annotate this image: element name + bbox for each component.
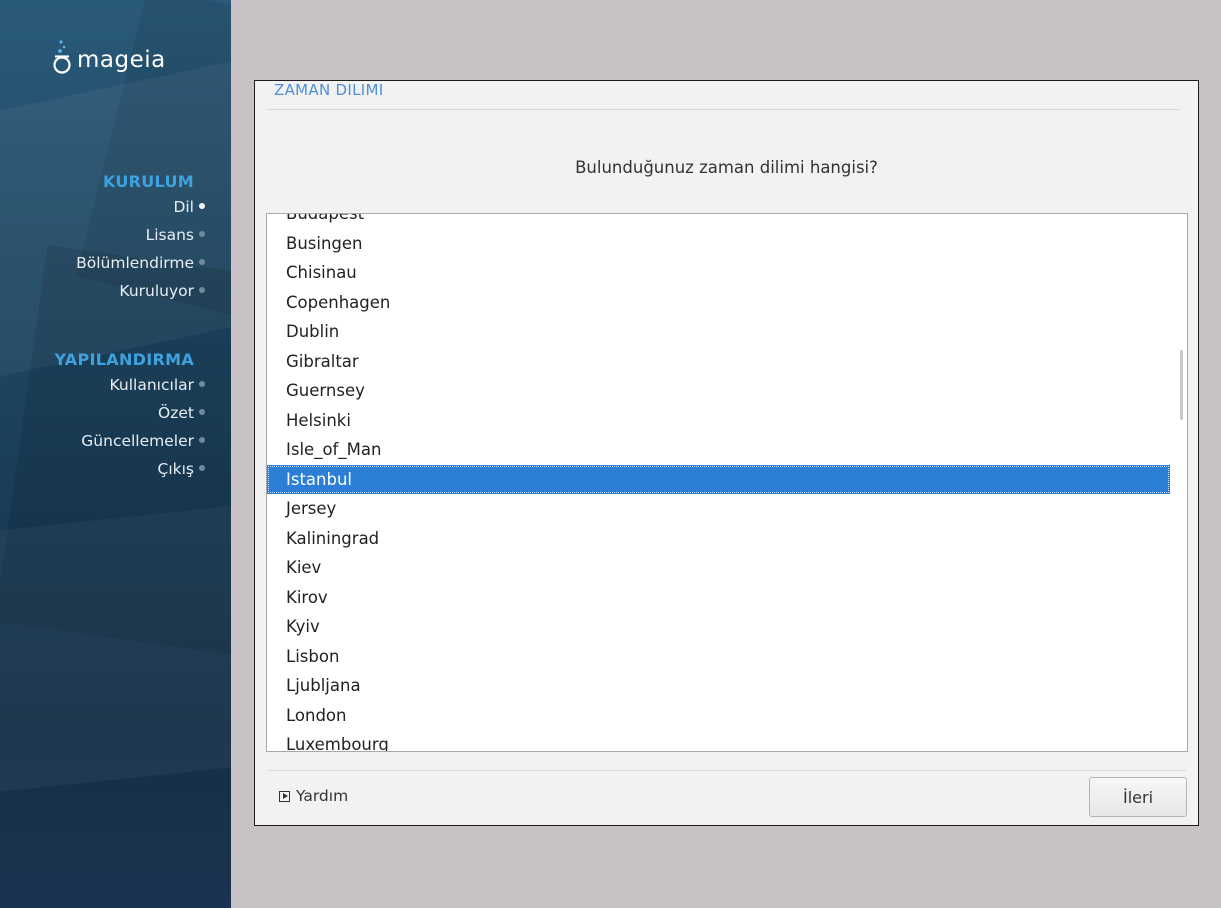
dialog-title: ZAMAN DILIMI: [274, 81, 384, 99]
step-bullet-icon: [199, 381, 205, 387]
timezone-list[interactable]: Budapest Busingen Chisinau Copenhagen Dublin…: [266, 213, 1188, 752]
help-toggle[interactable]: Yardım: [279, 787, 348, 805]
step-label: Kuruluyor: [119, 282, 194, 300]
step-bullet-icon: [199, 465, 205, 471]
timezone-item[interactable]: Isle_of_Man: [267, 435, 1170, 465]
mageia-logo-icon: [53, 40, 71, 74]
step-label: Kullanıcılar: [109, 376, 194, 394]
logo-wordmark: mageia: [77, 47, 166, 73]
step-label: Lisans: [145, 226, 194, 244]
timezone-item[interactable]: London: [267, 701, 1170, 731]
step-updates: Güncellemeler: [54, 431, 205, 459]
step-license: Lisans: [76, 225, 205, 253]
divider: [267, 109, 1180, 110]
timezone-item[interactable]: Luxembourg: [267, 730, 1170, 751]
timezone-item[interactable]: Lisbon: [267, 642, 1170, 672]
timezone-item[interactable]: Kyiv: [267, 612, 1170, 642]
timezone-item-selected[interactable]: Istanbul: [267, 464, 1170, 494]
timezone-item[interactable]: Guernsey: [267, 376, 1170, 406]
step-installing: Kuruluyor: [76, 281, 205, 309]
step-label: Çıkış: [157, 460, 195, 478]
timezone-item[interactable]: Chisinau: [267, 258, 1170, 288]
step-language: Dil: [76, 197, 205, 225]
step-exit: Çıkış: [54, 459, 205, 487]
next-button[interactable]: İleri: [1089, 777, 1187, 817]
step-bullet-icon: [199, 259, 205, 265]
expand-triangle-icon: [279, 790, 290, 802]
step-label: Dil: [173, 198, 194, 216]
step-bullet-icon: [199, 409, 205, 415]
help-label: Yardım: [296, 787, 349, 805]
step-summary: Özet: [54, 403, 205, 431]
background-shape: [0, 503, 231, 797]
step-bullet-icon: [199, 203, 205, 209]
section-title: KURULUM: [102, 172, 194, 191]
timezone-item[interactable]: Kirov: [267, 583, 1170, 613]
timezone-dialog: ZAMAN DILIMI Bulunduğunuz zaman dilimi h…: [254, 80, 1199, 826]
divider: [267, 770, 1186, 771]
step-bullet-icon: [199, 437, 205, 443]
timezone-item[interactable]: Copenhagen: [267, 288, 1170, 318]
step-label: Özet: [158, 404, 194, 422]
step-partitioning: Bölümlendirme: [76, 253, 205, 281]
timezone-item[interactable]: Busingen: [267, 229, 1170, 259]
mageia-logo: mageia: [52, 36, 166, 76]
list-scrollbar[interactable]: [1172, 214, 1187, 751]
scrollbar-thumb[interactable]: [1180, 350, 1183, 420]
timezone-item[interactable]: Dublin: [267, 317, 1170, 347]
timezone-item[interactable]: Kiev: [267, 553, 1170, 583]
timezone-item[interactable]: Ljubljana: [267, 671, 1170, 701]
timezone-item[interactable]: Helsinki: [267, 406, 1170, 436]
step-users: Kullanıcılar: [54, 375, 205, 403]
section-installation: KURULUM Dil Lisans Bölümlendirme Kuruluy…: [76, 172, 205, 309]
timezone-item[interactable]: Kaliningrad: [267, 524, 1170, 554]
timezone-item[interactable]: Gibraltar: [267, 347, 1170, 377]
timezone-list-items: Budapest Busingen Chisinau Copenhagen Dublin…: [267, 214, 1170, 751]
step-bullet-icon: [199, 231, 205, 237]
step-label: Güncellemeler: [81, 432, 194, 450]
timezone-question: Bulunduğunuz zaman dilimi hangisi?: [575, 158, 878, 177]
sidebar: mageia KURULUM Dil Lisans Bölümlendirme …: [0, 0, 231, 908]
step-label: Bölümlendirme: [76, 254, 194, 272]
section-configuration: YAPILANDIRMA Kullanıcılar Özet Güncellem…: [54, 350, 205, 487]
timezone-item[interactable]: Jersey: [267, 494, 1170, 524]
step-bullet-icon: [199, 287, 205, 293]
section-title: YAPILANDIRMA: [54, 350, 194, 369]
timezone-item[interactable]: Budapest: [267, 214, 1170, 229]
